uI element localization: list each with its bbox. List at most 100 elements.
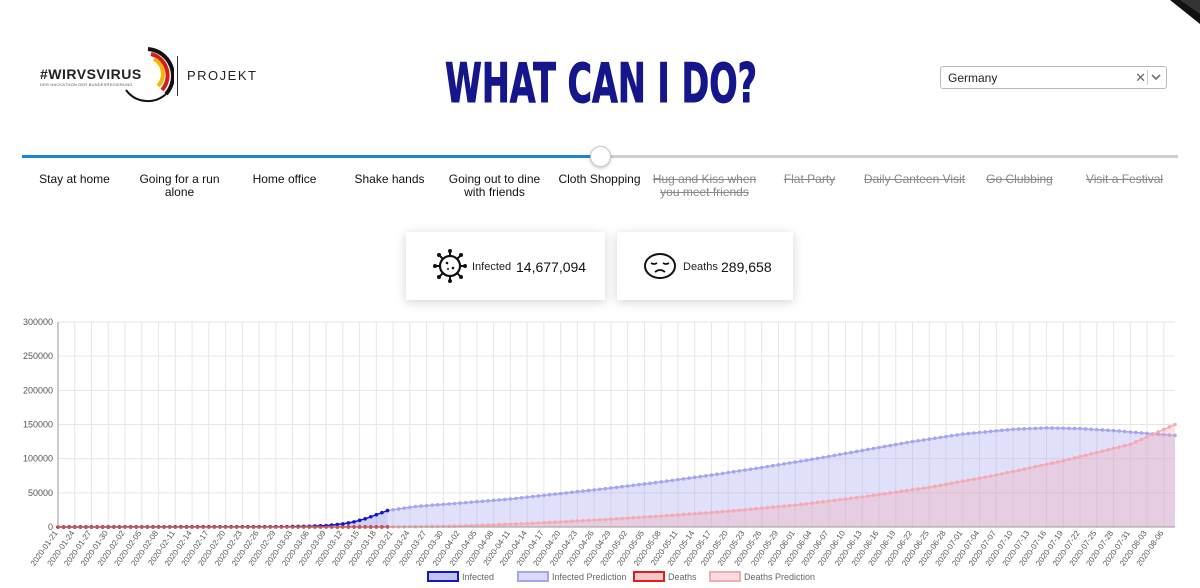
legend-item[interactable]: Infected Prediction xyxy=(517,571,627,582)
data-point xyxy=(1117,429,1121,433)
data-point xyxy=(469,500,474,504)
data-point xyxy=(1122,443,1127,448)
data-point xyxy=(715,472,719,477)
data-point xyxy=(704,511,708,515)
legend-swatch xyxy=(709,571,741,582)
data-point xyxy=(743,468,747,472)
data-point xyxy=(1089,427,1094,432)
clear-icon[interactable]: ✕ xyxy=(1135,70,1146,86)
data-point xyxy=(519,495,524,500)
data-point xyxy=(592,518,596,522)
data-point xyxy=(1044,426,1049,430)
data-point xyxy=(458,501,462,505)
data-point xyxy=(1022,467,1027,471)
data-point xyxy=(877,445,881,450)
data-point xyxy=(514,522,518,526)
data-point xyxy=(1128,442,1133,447)
data-point xyxy=(787,503,792,508)
data-point xyxy=(972,431,976,435)
page-title-text: WHAT CAN I DO? xyxy=(445,52,757,115)
data-point xyxy=(681,512,686,517)
legend-item[interactable]: Deaths xyxy=(633,571,697,582)
corner-ribbon-icon[interactable] xyxy=(1166,0,1200,26)
timeline-step[interactable]: Going out to dine with friends xyxy=(442,173,547,199)
data-point xyxy=(564,519,569,524)
timeline-slider-handle[interactable] xyxy=(590,146,611,167)
data-point xyxy=(391,507,395,512)
data-point xyxy=(838,452,842,457)
data-point xyxy=(776,463,781,467)
data-point xyxy=(614,485,619,490)
data-point xyxy=(832,453,837,458)
data-point xyxy=(536,521,541,525)
data-point xyxy=(720,509,725,514)
data-point xyxy=(988,474,993,478)
legend-item[interactable]: Deaths Prediction xyxy=(709,571,815,582)
deaths-card: Deaths 289,658 xyxy=(617,232,793,300)
data-point xyxy=(609,517,613,521)
data-point xyxy=(570,519,574,524)
data-point xyxy=(603,486,608,491)
data-point xyxy=(575,489,580,494)
timeline-step[interactable]: Visit a Festival xyxy=(1072,173,1177,199)
timeline-step[interactable]: Daily Canteen Visit xyxy=(862,173,967,199)
data-point xyxy=(519,521,524,526)
timeline-step[interactable]: Go Clubbing xyxy=(967,173,1072,199)
data-point xyxy=(676,477,680,482)
data-point xyxy=(1027,426,1032,431)
data-point xyxy=(983,430,987,434)
data-point xyxy=(558,520,563,524)
timeline-step[interactable]: Flat Party xyxy=(757,173,862,199)
data-point xyxy=(720,471,725,476)
data-point xyxy=(592,488,596,492)
timeline-step[interactable]: Shake hands xyxy=(337,173,442,199)
data-point xyxy=(1033,426,1038,431)
timeline-step[interactable]: Stay at home xyxy=(22,173,127,199)
data-point xyxy=(949,433,954,438)
data-point xyxy=(983,475,987,479)
deaths-value: 289,658 xyxy=(721,259,772,275)
timeline-step[interactable]: Going for a run alone xyxy=(127,173,232,199)
data-point xyxy=(1128,430,1133,434)
data-point xyxy=(670,513,675,518)
data-point xyxy=(508,497,513,501)
wirvsvirus-logo[interactable]: #WIRVSVIRUS DER HACKATHON DER BUNDESREGI… xyxy=(40,46,256,106)
data-point xyxy=(497,522,502,527)
data-point xyxy=(530,494,535,499)
data-point xyxy=(1011,427,1015,432)
data-point xyxy=(782,504,786,508)
data-point xyxy=(1005,428,1010,432)
data-point xyxy=(625,484,630,488)
timeline-step[interactable]: Home office xyxy=(232,173,337,199)
y-tick-label: 300000 xyxy=(23,317,53,327)
data-point xyxy=(1016,468,1021,473)
y-tick-label: 150000 xyxy=(23,420,53,430)
timeline-step[interactable]: Cloth Shopping xyxy=(547,173,652,199)
data-point xyxy=(748,507,753,512)
data-point xyxy=(905,440,909,445)
legend-item[interactable]: Infected xyxy=(427,571,494,582)
data-point xyxy=(637,515,641,520)
data-point xyxy=(849,450,853,455)
data-point xyxy=(1134,430,1138,435)
data-point xyxy=(1145,435,1149,439)
data-point xyxy=(637,482,641,487)
data-point xyxy=(927,437,932,441)
data-point xyxy=(1150,432,1155,437)
data-point xyxy=(1000,472,1004,476)
data-point xyxy=(380,510,384,515)
data-point xyxy=(826,454,831,459)
data-point xyxy=(1173,422,1177,427)
data-point xyxy=(553,520,557,524)
y-tick-label: 200000 xyxy=(23,385,53,395)
data-point xyxy=(581,518,585,523)
country-select[interactable]: Germany ✕ xyxy=(940,66,1167,89)
data-point xyxy=(424,503,429,508)
timeline-step[interactable]: Hug and Kiss when you meet friends xyxy=(652,173,757,199)
chevron-down-icon[interactable] xyxy=(1150,71,1162,83)
data-point xyxy=(1039,463,1043,468)
data-point xyxy=(659,514,663,518)
data-point xyxy=(486,499,490,503)
data-point xyxy=(737,469,742,473)
data-point xyxy=(882,491,887,496)
